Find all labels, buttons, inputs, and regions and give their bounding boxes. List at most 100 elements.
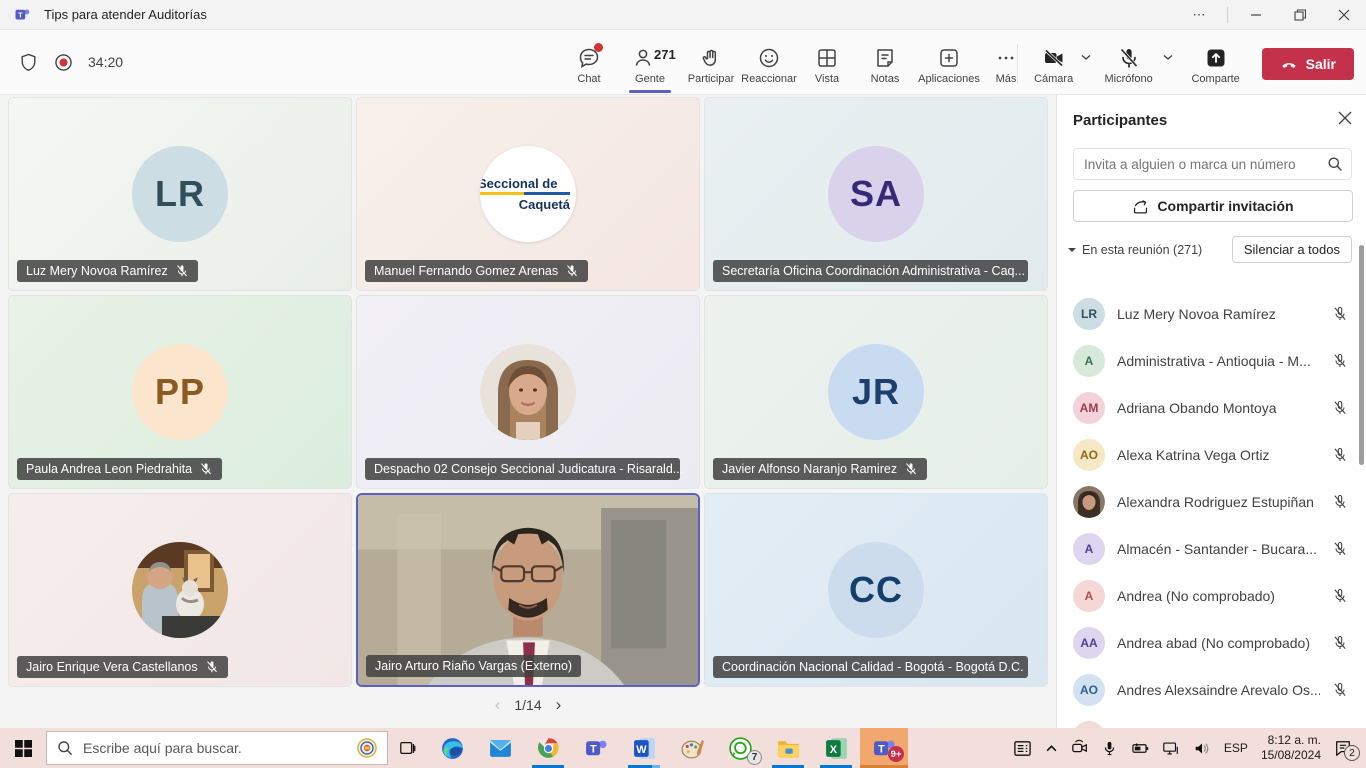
close-button[interactable] — [1322, 0, 1366, 30]
tray-mic-icon[interactable] — [1102, 740, 1117, 756]
video-tile[interactable]: LR Luz Mery Novoa Ramírez — [8, 97, 352, 291]
participant-row[interactable] — [1057, 713, 1366, 728]
video-tile[interactable]: SA Secretaría Oficina Coordinación Admin… — [704, 97, 1048, 291]
invite-search-input[interactable] — [1084, 157, 1327, 172]
avatar: LR — [132, 146, 228, 242]
people-button[interactable]: 271 Gente — [618, 40, 682, 85]
restore-button[interactable] — [1278, 0, 1322, 30]
camera-button[interactable]: Cámara — [1028, 40, 1080, 85]
taskbar-app-edge[interactable] — [428, 728, 476, 768]
video-tile[interactable]: PP Paula Andrea Leon Piedrahita — [8, 295, 352, 489]
mic-muted-icon[interactable] — [1332, 682, 1348, 698]
taskbar-app-mail[interactable] — [476, 728, 524, 768]
participant-row[interactable]: LR Luz Mery Novoa Ramírez — [1057, 290, 1366, 337]
participant-row[interactable]: AO Alexa Katrina Vega Ortiz — [1057, 431, 1366, 478]
apps-button[interactable]: Aplicaciones — [914, 40, 984, 85]
network-icon[interactable] — [1162, 741, 1180, 756]
photo-avatar — [480, 344, 576, 440]
volume-icon[interactable] — [1193, 741, 1211, 756]
notification-center-button[interactable]: 2 — [1334, 739, 1356, 757]
mic-muted-icon[interactable] — [1332, 541, 1348, 557]
mail-icon — [488, 736, 513, 761]
video-tile-active-speaker[interactable]: Jairo Arturo Riaño Vargas (Externo) — [356, 493, 700, 687]
mic-muted-icon[interactable] — [1332, 400, 1348, 416]
taskbar-app-paint[interactable] — [668, 728, 716, 768]
avatar: A — [1073, 580, 1105, 612]
taskbar-app-explorer[interactable] — [764, 728, 812, 768]
video-tile[interactable]: CC Coordinación Nacional Calidad - Bogot… — [704, 493, 1048, 687]
invite-search-box[interactable] — [1073, 148, 1352, 180]
avatar: AO — [1073, 674, 1105, 706]
mic-muted-icon[interactable] — [1332, 588, 1348, 604]
participant-row[interactable]: Alexandra Rodriguez Estupiñan — [1057, 478, 1366, 525]
taskbar-app-excel[interactable]: X — [812, 728, 860, 768]
share-button[interactable]: Comparte — [1184, 40, 1248, 85]
video-tile[interactable]: Jairo Enrique Vera Castellanos — [8, 493, 352, 687]
video-tile[interactable]: JR Javier Alfonso Naranjo Ramirez — [704, 295, 1048, 489]
tray-expand-chevron-icon[interactable] — [1045, 742, 1058, 755]
taskbar-app-teams[interactable]: T — [572, 728, 620, 768]
grid-pagination: ‹ 1/14 › — [0, 695, 1056, 715]
participant-row[interactable]: AM Adriana Obando Montoya — [1057, 384, 1366, 431]
start-button[interactable] — [0, 728, 46, 768]
taskbar-app-word[interactable]: W — [620, 728, 668, 768]
taskbar-app-teams-active[interactable]: T 9+ — [860, 728, 908, 768]
mic-options-button[interactable] — [1162, 40, 1178, 68]
avatar: LR — [1073, 298, 1105, 330]
participant-row[interactable]: A Andrea (No comprobado) — [1057, 572, 1366, 619]
chat-button[interactable]: Chat — [560, 40, 618, 85]
avatar — [1073, 721, 1105, 729]
mic-muted-icon[interactable] — [1332, 353, 1348, 369]
shield-icon[interactable] — [18, 52, 39, 73]
mic-label: Micrófono — [1104, 73, 1152, 85]
taskbar-app-whatsapp[interactable]: 7 — [716, 728, 764, 768]
share-invitation-button[interactable]: Compartir invitación — [1073, 190, 1353, 222]
next-page-button[interactable]: › — [556, 695, 562, 715]
grid-view-icon — [815, 46, 839, 70]
widgets-news-icon[interactable] — [1013, 739, 1032, 758]
participant-row[interactable]: AO Andres Alexsaindre Arevalo Os... — [1057, 666, 1366, 713]
task-view-button[interactable] — [388, 728, 428, 768]
taskbar-clock[interactable]: 8:12 a. m. 15/08/2024 — [1261, 733, 1321, 763]
previous-page-button[interactable]: ‹ — [495, 695, 501, 715]
mic-button[interactable]: Micrófono — [1096, 40, 1162, 85]
mute-all-button[interactable]: Silenciar a todos — [1232, 236, 1352, 263]
svg-text:X: X — [829, 744, 837, 756]
input-language-indicator[interactable]: ESP — [1224, 741, 1248, 755]
view-button[interactable]: Vista — [798, 40, 856, 85]
mic-muted-icon[interactable] — [1332, 635, 1348, 651]
svg-text:T: T — [590, 743, 597, 755]
chat-label: Chat — [577, 73, 600, 85]
video-tile[interactable]: Despacho 02 Consejo Seccional Judicatura… — [356, 295, 700, 489]
leave-button[interactable]: Salir — [1262, 48, 1354, 80]
mic-muted-icon[interactable] — [1332, 306, 1348, 322]
mic-muted-icon[interactable] — [1332, 447, 1348, 463]
logo-text: Caquetá — [482, 197, 574, 212]
system-tray: ESP 8:12 a. m. 15/08/2024 2 — [1013, 733, 1366, 763]
meet-now-camera-icon[interactable] — [1071, 739, 1089, 757]
video-tile[interactable]: Seccional de Caquetá Manuel Fernando Gom… — [356, 97, 700, 291]
titlebar-more-button[interactable]: ⋯ — [1177, 0, 1221, 30]
avatar: AM — [1073, 392, 1105, 424]
participant-name-label: Paula Andrea Leon Piedrahita — [17, 458, 222, 480]
panel-scrollbar[interactable] — [1359, 245, 1364, 465]
participant-row[interactable]: A Administrativa - Antioquia - M... — [1057, 337, 1366, 384]
minimize-button[interactable] — [1234, 0, 1278, 30]
participant-name-label: Despacho 02 Consejo Seccional Judicatura… — [365, 458, 680, 480]
camera-options-button[interactable] — [1080, 40, 1096, 68]
battery-power-icon[interactable] — [1130, 741, 1149, 756]
share-label: Comparte — [1191, 73, 1239, 85]
panel-close-button[interactable] — [1338, 111, 1352, 130]
raise-hand-button[interactable]: Participar — [682, 40, 740, 85]
mic-muted-icon[interactable] — [1332, 494, 1348, 510]
share-invitation-label: Compartir invitación — [1157, 198, 1293, 214]
section-collapse-icon[interactable] — [1067, 245, 1077, 255]
apps-plus-icon — [937, 46, 961, 70]
teams-logo-icon: T — [14, 6, 32, 24]
participant-row[interactable]: AA Andrea abad (No comprobado) — [1057, 619, 1366, 666]
participant-row[interactable]: A Almacén - Santander - Bucara... — [1057, 525, 1366, 572]
react-button[interactable]: Reaccionar — [740, 40, 798, 85]
notes-button[interactable]: Notas — [856, 40, 914, 85]
taskbar-app-chrome[interactable] — [524, 728, 572, 768]
taskbar-search-box[interactable]: Escribe aquí para buscar. — [46, 731, 388, 765]
